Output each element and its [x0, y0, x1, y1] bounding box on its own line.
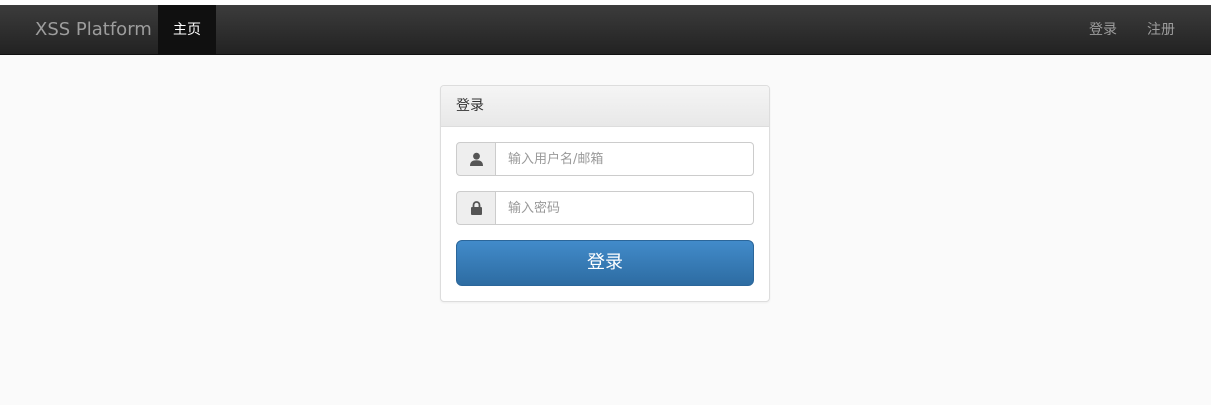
username-addon	[456, 142, 496, 176]
login-panel: 登录 登录	[440, 85, 770, 302]
user-icon	[470, 152, 483, 166]
username-input-group	[456, 142, 754, 176]
password-input[interactable]	[495, 191, 754, 225]
password-addon	[456, 191, 496, 225]
panel-title: 登录	[441, 86, 769, 127]
login-button[interactable]: 登录	[456, 240, 754, 286]
username-input[interactable]	[495, 142, 754, 176]
brand-link[interactable]: XSS Platform	[35, 5, 152, 55]
nav-item-login[interactable]: 登录	[1089, 5, 1117, 55]
nav-item-register[interactable]: 注册	[1147, 5, 1175, 55]
nav-item-home[interactable]: 主页	[158, 5, 216, 55]
navbar: XSS Platform 主页 登录 注册	[0, 5, 1211, 55]
lock-icon	[471, 201, 482, 215]
password-input-group	[456, 191, 754, 225]
